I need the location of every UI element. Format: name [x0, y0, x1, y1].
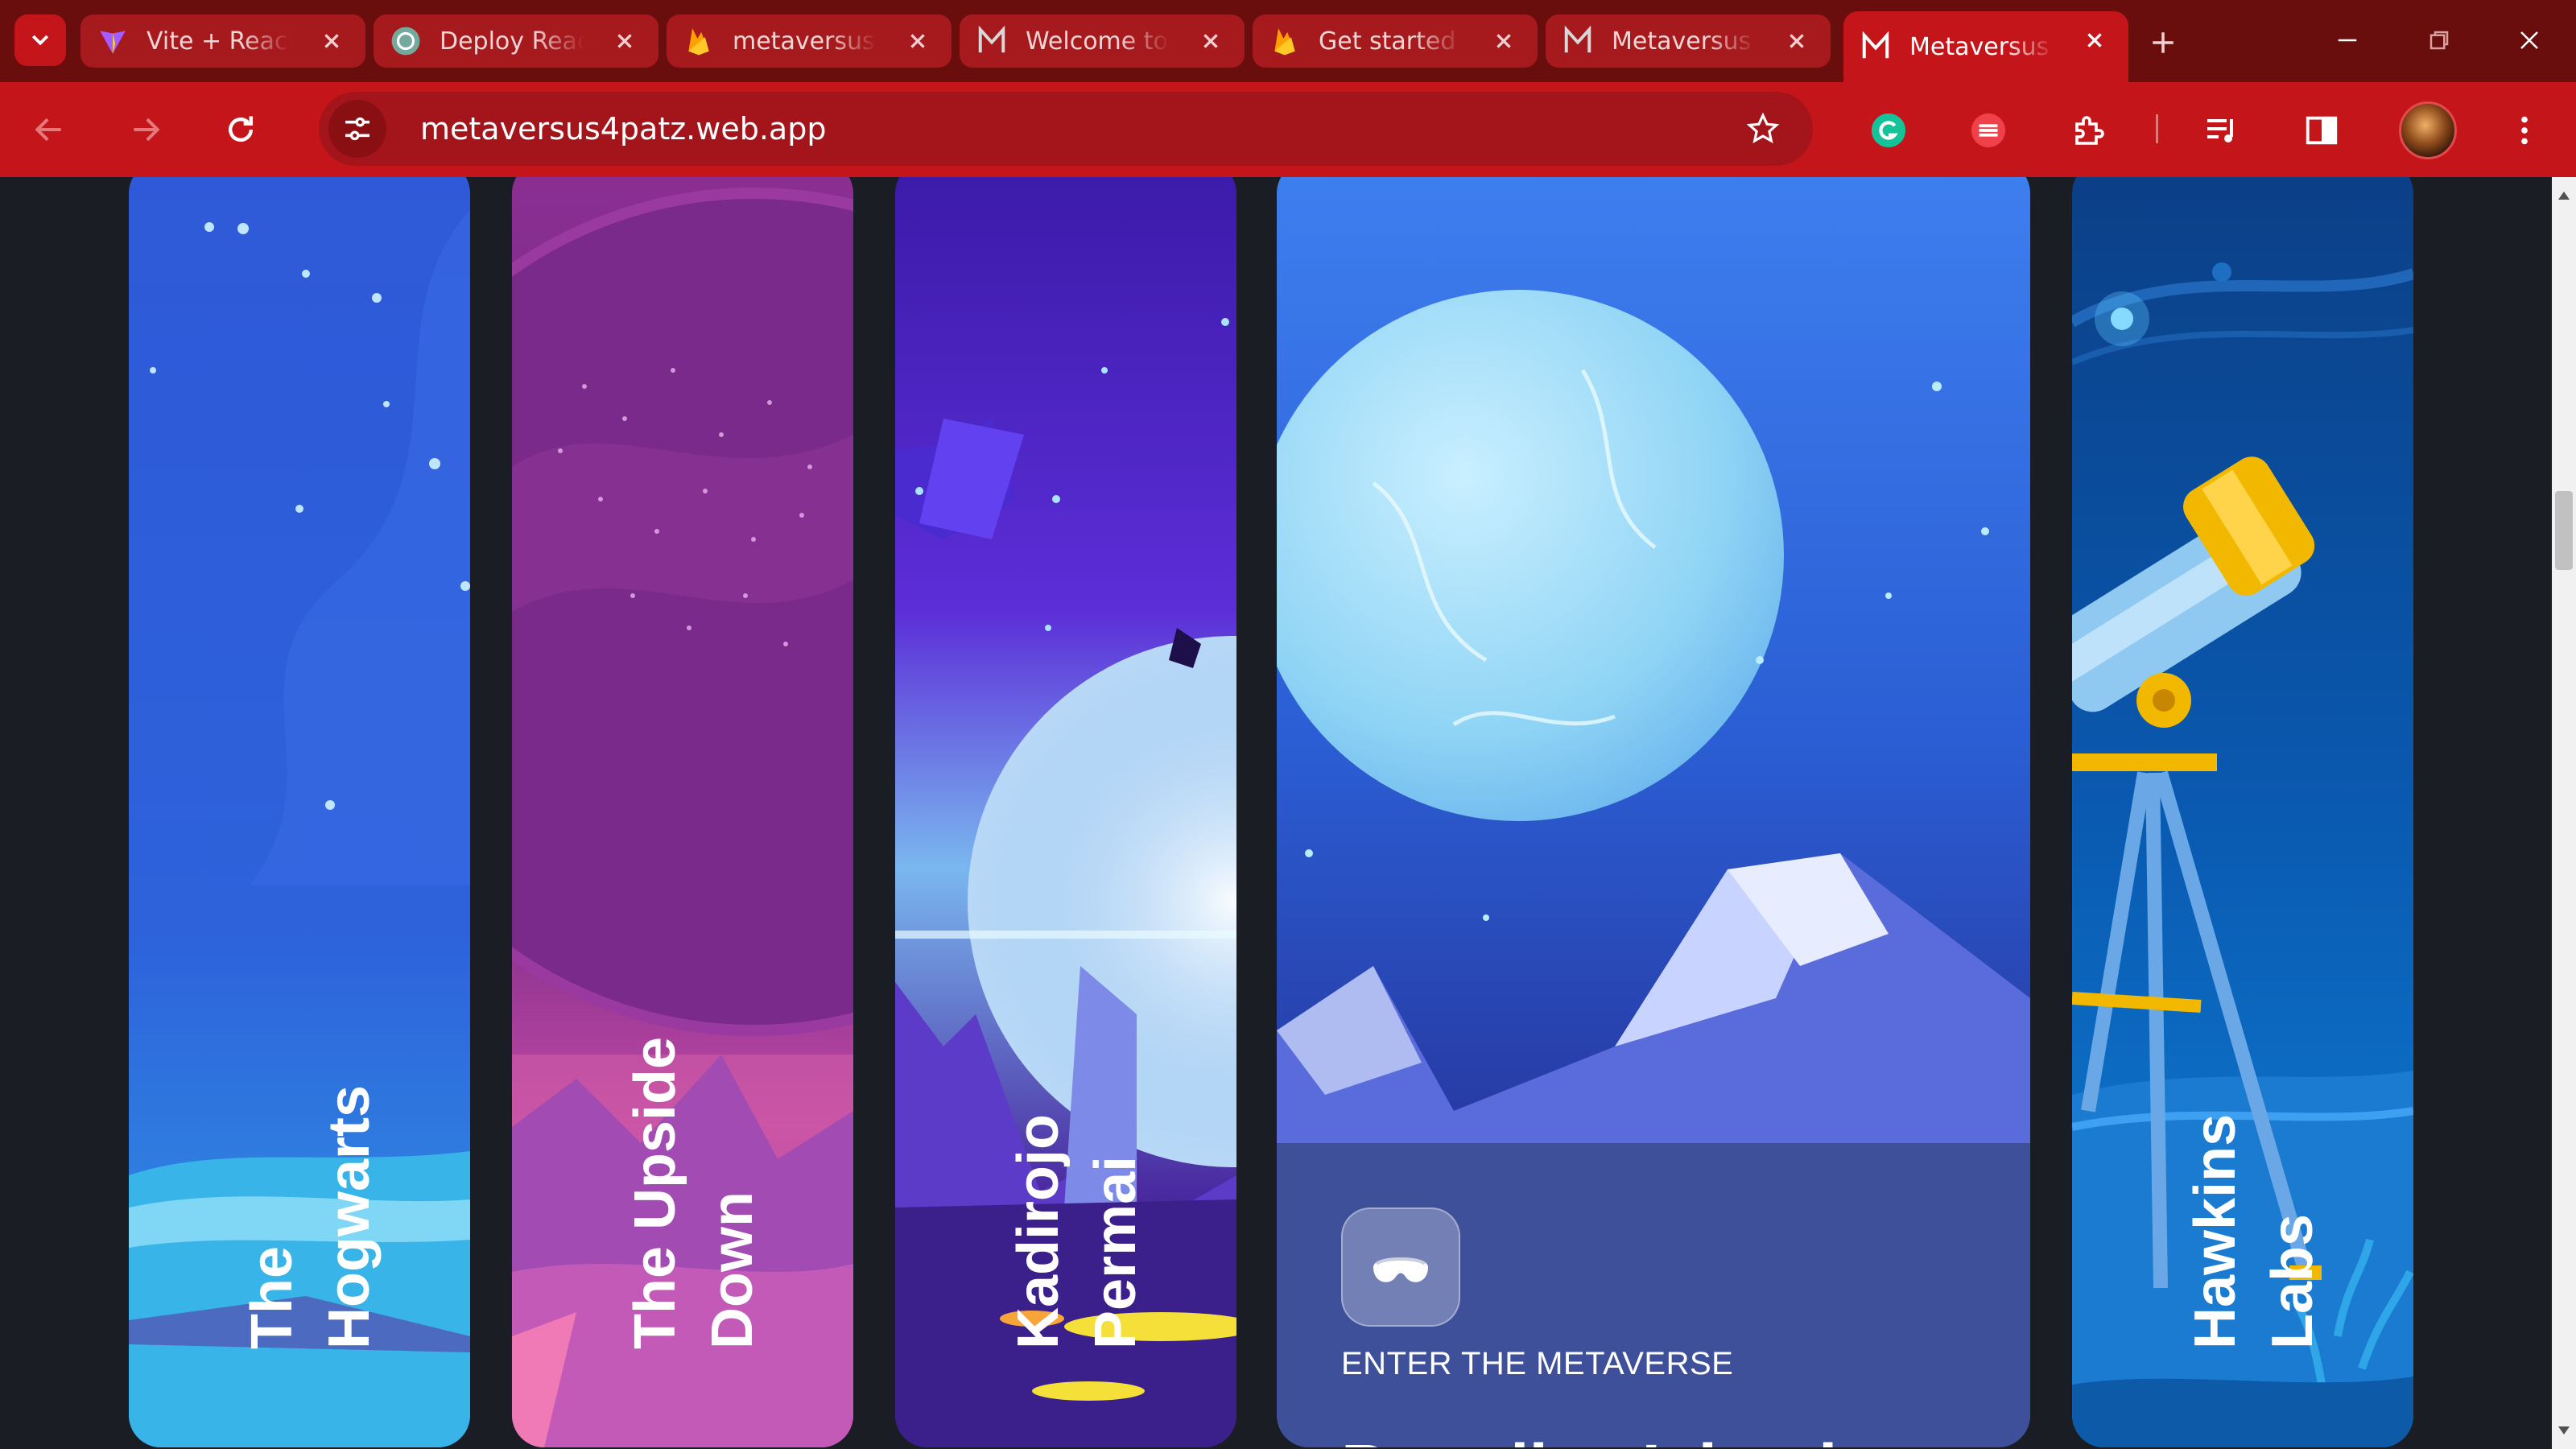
back-button[interactable] [24, 105, 74, 155]
tune-icon [345, 117, 369, 141]
scroll-down-arrow[interactable] [2552, 1418, 2576, 1443]
tab-strip: Vite + React Deploy React metaversus Wel… [0, 0, 2576, 82]
close-icon[interactable] [2079, 24, 2111, 56]
close-icon [2520, 31, 2538, 49]
page-scrollbar[interactable] [2552, 177, 2576, 1449]
world-title-line: Down [700, 1191, 765, 1349]
world-card-paradise-island[interactable]: ENTER THE METAVERSE Paradise Island [1277, 177, 2030, 1447]
new-tab-button[interactable] [2141, 21, 2185, 64]
star-icon [1746, 112, 1780, 143]
minimize-icon [2338, 39, 2357, 42]
playlist-icon [2207, 119, 2233, 142]
chevron-down-icon [31, 35, 49, 46]
tab-deploy-react[interactable]: Deploy React [374, 14, 658, 68]
puzzle-icon [2075, 116, 2104, 145]
m-logo-icon [1860, 31, 1892, 63]
tab-title: Welcome to [1026, 27, 1168, 56]
restore-button[interactable] [2415, 18, 2463, 63]
tab-vite-react[interactable]: Vite + React [80, 14, 365, 68]
world-title-line: The Upside [623, 1036, 687, 1349]
close-icon[interactable] [902, 25, 934, 57]
m-logo-icon [1562, 25, 1594, 57]
tab-title: metaversus [733, 27, 875, 56]
tab-metaversus-firebase[interactable]: metaversus [667, 14, 952, 68]
scroll-up-arrow[interactable] [2552, 184, 2576, 208]
tab-get-started[interactable]: Get started [1253, 14, 1538, 68]
enter-metaverse-label: ENTER THE METAVERSE [1341, 1346, 1734, 1381]
close-window-button[interactable] [2505, 18, 2553, 63]
world-title-line: Labs [2260, 1213, 2325, 1349]
world-title-line: Kadirojo [1006, 1113, 1071, 1349]
bookmark-button[interactable] [1740, 106, 1785, 151]
address-bar[interactable]: metaversus4patz.web.app [319, 92, 1813, 166]
world-card-hawkins-labs[interactable]: Hawkins Labs [2072, 177, 2413, 1447]
site-info-button[interactable] [328, 100, 386, 158]
enter-metaverse-button[interactable] [1341, 1208, 1460, 1327]
world-title: The Upside Down [617, 1037, 771, 1349]
close-icon[interactable] [1195, 25, 1227, 57]
side-panel-icon [2306, 116, 2338, 145]
more-vert-icon [2521, 116, 2528, 145]
tab-title: Vite + React [147, 27, 291, 56]
close-icon[interactable] [1781, 25, 1813, 57]
tab-welcome[interactable]: Welcome to [960, 14, 1245, 68]
tab-metaversus[interactable]: Metaversus [1546, 14, 1831, 68]
url-text: metaversus4patz.web.app [420, 111, 827, 147]
browser-menu-button[interactable] [2500, 106, 2549, 155]
world-card-kadirojo[interactable]: Kadirojo Permai [895, 177, 1236, 1447]
m-logo-icon [976, 25, 1008, 57]
reload-button[interactable] [216, 105, 266, 155]
world-title-line: Hawkins [2183, 1113, 2248, 1349]
reload-icon [228, 116, 254, 142]
close-icon[interactable] [316, 25, 348, 57]
world-title: Kadirojo Permai [1000, 1114, 1154, 1349]
world-title-line: The [240, 1245, 304, 1349]
world-title-line: Permai [1084, 1155, 1148, 1349]
world-card-hogwarts[interactable]: The Hogwarts [129, 177, 470, 1447]
world-title: Paradise Island [1341, 1430, 1837, 1447]
triangle-up-icon [2558, 192, 2570, 200]
firebase-icon [683, 25, 715, 57]
triangle-down-icon [2558, 1426, 2570, 1435]
forward-button[interactable] [121, 105, 171, 155]
minimize-button[interactable] [2323, 18, 2372, 63]
todoist-extension[interactable] [1964, 106, 2013, 155]
arrow-left-icon [35, 118, 61, 142]
arrow-right-icon [134, 118, 160, 142]
tab-title: Metaversus [1612, 27, 1752, 56]
tab-metaversus-active[interactable]: Metaversus [1843, 11, 2128, 82]
stack-icon [1971, 113, 2006, 148]
profile-avatar[interactable] [2399, 101, 2457, 159]
browser-toolbar: metaversus4patz.web.app [0, 82, 2576, 177]
restore-icon [2429, 31, 2449, 50]
tab-title: Metaversus [1909, 32, 2050, 61]
extensions-button[interactable] [2066, 106, 2114, 155]
media-controls-button[interactable] [2198, 106, 2246, 155]
plus-icon [2153, 32, 2174, 53]
world-title-line: Hogwarts [317, 1084, 382, 1349]
tab-title: Get started [1319, 27, 1456, 56]
world-card-upside-down[interactable]: The Upside Down [512, 177, 853, 1447]
scroll-thumb[interactable] [2555, 490, 2573, 570]
grammarly-extension[interactable] [1864, 106, 1913, 155]
chatgpt-icon [390, 25, 422, 57]
vite-icon [97, 25, 129, 57]
close-icon[interactable] [609, 25, 641, 57]
vr-headset-icon [1373, 1257, 1428, 1282]
page-content: The Hogwarts The Upside Down Kadirojo Pe… [0, 177, 2552, 1449]
world-title: Hawkins Labs [2177, 1114, 2331, 1349]
grammarly-icon [1871, 113, 1906, 148]
close-icon[interactable] [1488, 25, 1520, 57]
side-panel-button[interactable] [2297, 106, 2346, 155]
tab-search-button[interactable] [14, 14, 66, 66]
firebase-icon [1269, 25, 1301, 57]
tab-title: Deploy React [440, 27, 584, 56]
world-title: The Hogwarts [233, 1085, 388, 1349]
toolbar-separator [2156, 114, 2158, 143]
